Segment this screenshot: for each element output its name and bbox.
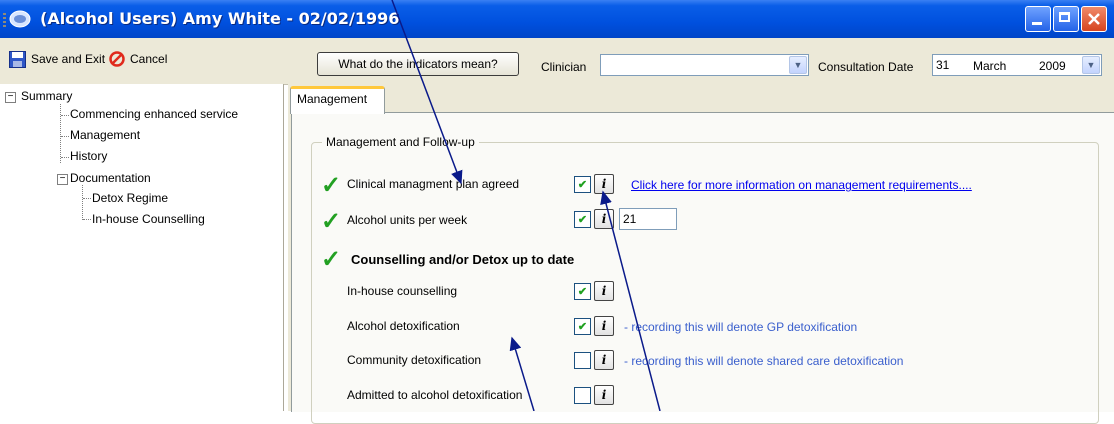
minimize-button[interactable] bbox=[1025, 6, 1051, 32]
cancel-label: Cancel bbox=[130, 52, 168, 66]
green-tick-icon: ✓ bbox=[321, 246, 342, 273]
checkbox-admitted-detox[interactable] bbox=[574, 387, 591, 404]
tree-item-management[interactable]: Management bbox=[70, 128, 140, 142]
row-label-alcohol-units: Alcohol units per week bbox=[347, 213, 468, 227]
tree-connector bbox=[83, 219, 91, 220]
chevron-down-icon[interactable]: ▼ bbox=[1082, 56, 1100, 74]
maximize-button[interactable] bbox=[1053, 6, 1079, 32]
date-day[interactable]: 31 bbox=[936, 58, 949, 72]
row-label-counselling-detox: Counselling and/or Detox up to date bbox=[351, 252, 575, 267]
checkbox-alcohol-detox[interactable]: ✔ bbox=[574, 318, 591, 335]
consultation-date-label: Consultation Date bbox=[818, 60, 914, 74]
row-label-clinical-plan: Clinical managment plan agreed bbox=[347, 177, 520, 191]
group-title: Management and Follow-up bbox=[322, 135, 479, 149]
date-month[interactable]: March bbox=[973, 59, 1006, 73]
tree-item-commencing[interactable]: Commencing enhanced service bbox=[70, 107, 238, 121]
info-icon[interactable]: i bbox=[594, 350, 614, 370]
row-label-inhouse-counselling: In-house counselling bbox=[347, 284, 458, 298]
tab-management-label: Management bbox=[297, 92, 368, 106]
maximize-icon bbox=[1059, 12, 1070, 22]
tree-connector bbox=[61, 157, 69, 158]
save-and-exit-label: Save and Exit bbox=[31, 52, 106, 66]
chevron-down-icon[interactable]: ▼ bbox=[789, 56, 807, 74]
save-and-exit-button[interactable]: Save and Exit bbox=[9, 50, 105, 68]
green-tick-icon: ✓ bbox=[321, 172, 342, 199]
app-logo-icon[interactable] bbox=[9, 9, 31, 29]
window-title: (Alcohol Users) Amy White - 02/02/1996 bbox=[40, 9, 400, 28]
tree-connector bbox=[83, 198, 91, 199]
collapse-documentation-icon[interactable]: − bbox=[57, 174, 68, 185]
clinician-select[interactable]: ▼ bbox=[600, 54, 809, 76]
tree-item-summary[interactable]: Summary bbox=[21, 89, 72, 103]
row-label-admitted-detox: Admitted to alcohol detoxification bbox=[347, 388, 523, 402]
tree-item-documentation[interactable]: Documentation bbox=[70, 171, 151, 185]
tree-connector bbox=[82, 185, 83, 220]
tree-item-inhouse-counselling[interactable]: In-house Counselling bbox=[92, 212, 205, 226]
cancel-button[interactable]: Cancel bbox=[109, 50, 167, 68]
row-label-community-detox: Community detoxification bbox=[347, 353, 482, 367]
cancel-icon bbox=[109, 51, 125, 67]
checkbox-alcohol-units[interactable]: ✔ bbox=[574, 211, 591, 228]
info-icon[interactable]: i bbox=[594, 385, 614, 405]
green-tick-icon: ✓ bbox=[321, 208, 342, 235]
note-shared-care-detox: - recording this will denote shared care… bbox=[624, 354, 904, 368]
date-year[interactable]: 2009 bbox=[1039, 59, 1066, 73]
tree-connector bbox=[61, 115, 69, 116]
collapse-summary-icon[interactable]: − bbox=[5, 92, 16, 103]
info-icon[interactable]: i bbox=[594, 316, 614, 336]
alcohol-units-input[interactable]: 21 bbox=[619, 208, 677, 230]
tree-connector bbox=[61, 136, 69, 137]
checkbox-clinical-plan[interactable]: ✔ bbox=[574, 176, 591, 193]
checkbox-inhouse-counselling[interactable]: ✔ bbox=[574, 283, 591, 300]
close-button[interactable] bbox=[1081, 6, 1107, 32]
floppy-disk-icon bbox=[9, 50, 26, 68]
tree-item-history[interactable]: History bbox=[70, 149, 107, 163]
navigation-tree bbox=[0, 84, 284, 411]
clinician-label: Clinician bbox=[541, 60, 587, 74]
management-info-link[interactable]: Click here for more information on manag… bbox=[631, 178, 972, 192]
close-icon bbox=[1088, 13, 1100, 25]
info-icon[interactable]: i bbox=[594, 209, 614, 229]
consultation-date-picker[interactable]: 31 March 2009 ▼ bbox=[932, 54, 1102, 76]
indicators-help-button[interactable]: What do the indicators mean? bbox=[317, 52, 519, 76]
row-label-alcohol-detox: Alcohol detoxification bbox=[347, 319, 460, 333]
toolbar-grip[interactable] bbox=[3, 13, 6, 29]
minimize-icon bbox=[1032, 22, 1042, 25]
info-icon[interactable]: i bbox=[594, 281, 614, 301]
tree-item-detox-regime[interactable]: Detox Regime bbox=[92, 191, 168, 205]
checkbox-community-detox[interactable] bbox=[574, 352, 591, 369]
note-gp-detox: - recording this will denote GP detoxifi… bbox=[624, 320, 858, 334]
tree-connector bbox=[60, 104, 61, 163]
info-icon[interactable]: i bbox=[594, 174, 614, 194]
